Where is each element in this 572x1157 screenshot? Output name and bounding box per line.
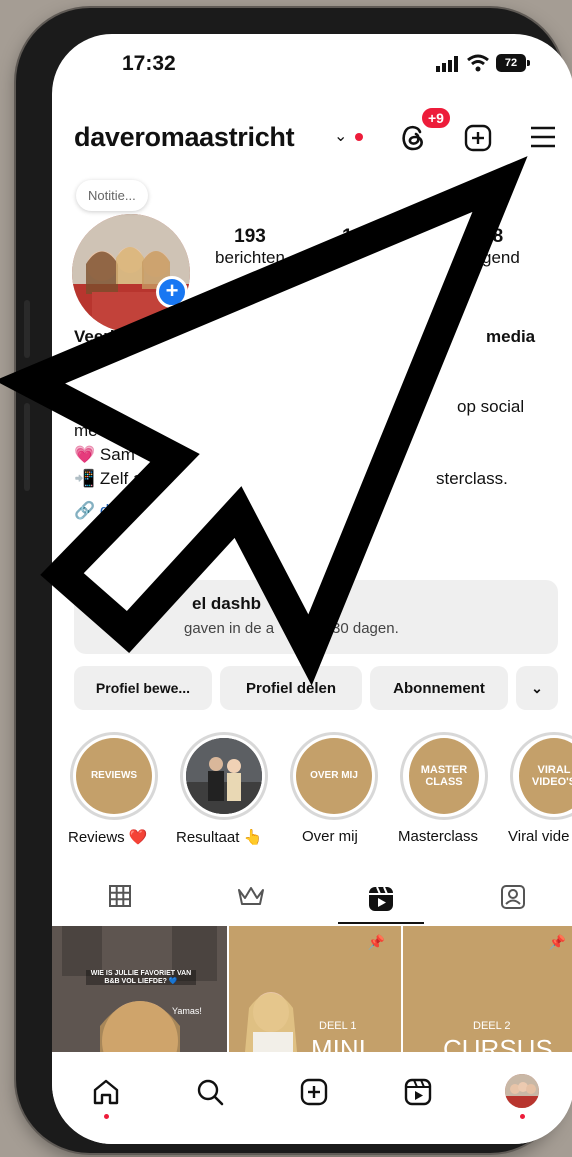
- phone-frame: 17:32 72 daveromaastricht ⌄ +9 Notitie..…: [16, 8, 572, 1153]
- reels-nav-icon[interactable]: [404, 1078, 432, 1106]
- highlight-cover: VIRAL VIDEO'S: [510, 732, 572, 820]
- post-tile[interactable]: WIE IS JULLIE FAVORIET VAN B&B VOL LIEFD…: [52, 926, 227, 1052]
- stat-value: 10 d: [342, 226, 381, 247]
- post-part: DEEL 2: [473, 1020, 511, 1032]
- stat-value: 48: [482, 226, 504, 247]
- bio-name: Veerle Da: [74, 327, 151, 346]
- link-icon: 🔗: [74, 501, 96, 520]
- post-photo: [52, 926, 227, 1052]
- highlight-cover: OVER MIJ: [290, 732, 378, 820]
- highlight-photo-art: [186, 738, 262, 814]
- highlight-item[interactable]: [180, 732, 268, 820]
- bottom-navigation: [52, 1052, 572, 1144]
- highlight-item[interactable]: MASTER CLASS: [400, 732, 488, 820]
- notification-dot: [355, 133, 363, 141]
- highlight-label: Reviews ❤️: [68, 829, 148, 846]
- profile-avatar-icon[interactable]: [505, 1074, 539, 1108]
- highlight-item[interactable]: OVER MIJ: [290, 732, 378, 820]
- note-bubble[interactable]: Notitie...: [76, 180, 148, 211]
- highlight-cover-text: VIRAL VIDEO'S: [519, 738, 572, 814]
- post-title: MINI: [311, 1034, 366, 1052]
- status-time: 17:32: [122, 52, 176, 75]
- post-caption: WIE IS JULLIE FAVORIET VAN B&B VOL LIEFD…: [86, 970, 196, 985]
- bio-text: Zelf a: [99, 469, 143, 488]
- highlight-label: Viral vide: [508, 828, 570, 845]
- stat-label: berichten: [215, 248, 285, 267]
- plus-square-icon[interactable]: [464, 124, 492, 152]
- battery-indicator: 72: [496, 54, 530, 72]
- bio-text: sterclass.: [436, 469, 508, 488]
- home-active-dot: [104, 1114, 109, 1119]
- bio-line: 💗 Sam: [74, 444, 135, 466]
- subscription-button[interactable]: Abonnement: [370, 666, 508, 710]
- highlight-cover: MASTER CLASS: [400, 732, 488, 820]
- grid-icon[interactable]: [108, 884, 132, 908]
- volume-up-button: [24, 300, 30, 358]
- tagged-icon[interactable]: [500, 884, 526, 910]
- pin-icon: 📌: [367, 934, 385, 950]
- search-icon[interactable]: [196, 1078, 224, 1106]
- reels-icon[interactable]: [368, 884, 394, 912]
- highlight-item[interactable]: VIRAL VIDEO'S: [510, 732, 572, 820]
- add-story-icon[interactable]: +: [156, 276, 188, 308]
- phone-icon: 📲: [74, 469, 96, 488]
- share-profile-button[interactable]: Profiel delen: [220, 666, 362, 710]
- highlight-cover: [180, 732, 268, 820]
- home-icon[interactable]: [92, 1078, 120, 1106]
- create-icon[interactable]: [300, 1078, 328, 1106]
- bio-text: op social: [457, 397, 525, 416]
- screen: 17:32 72 daveromaastricht ⌄ +9 Notitie..…: [52, 34, 572, 1144]
- stat-followers[interactable]: 10 d v: [342, 226, 380, 272]
- stat-label: v: [342, 252, 351, 271]
- stat-posts[interactable]: 193 berichten: [210, 226, 290, 268]
- highlight-label: Over mij: [302, 828, 358, 845]
- post-subcaption: Yamas!: [172, 1006, 202, 1016]
- highlight-label: Resultaat 👆: [176, 829, 263, 846]
- post-tile[interactable]: 📌 DEEL 2 CURSUS: [403, 926, 572, 1052]
- post-part: DEEL 1: [319, 1020, 357, 1032]
- highlight-cover: REVIEWS: [70, 732, 158, 820]
- highlight-cover-text: MASTER CLASS: [409, 738, 479, 814]
- stat-label: gend: [482, 248, 520, 267]
- menu-icon[interactable]: [530, 126, 556, 148]
- dashboard-subtitle: 30 dagen.: [332, 620, 399, 637]
- chevron-down-icon[interactable]: ⌄: [516, 666, 558, 710]
- avatar-photo: [72, 214, 190, 332]
- bio-line: 📲 Zelf a: [74, 468, 142, 490]
- heart-icon: 💗: [74, 445, 96, 464]
- stat-following[interactable]: 48 gend: [482, 226, 520, 268]
- bio-text: Sam: [99, 445, 135, 464]
- wifi-icon: [467, 54, 489, 72]
- highlight-cover-text: REVIEWS: [76, 738, 152, 814]
- highlight-label: Masterclass: [398, 828, 479, 845]
- crown-icon[interactable]: [236, 884, 266, 908]
- threads-link-icon[interactable]: [74, 540, 94, 560]
- professional-dashboard[interactable]: el dashb gaven in de a 30 dagen.: [74, 580, 558, 654]
- pin-icon: 📌: [548, 934, 566, 950]
- bio-text: media: [486, 327, 536, 346]
- dashboard-subtitle: gaven in de a: [184, 620, 275, 637]
- signal-icon: [436, 56, 458, 72]
- edit-profile-button[interactable]: Profiel bewe...: [74, 666, 212, 710]
- active-tab-indicator: [338, 922, 424, 924]
- dashboard-title: el dashb: [192, 594, 261, 613]
- highlight-photo: [186, 738, 262, 814]
- profile-avatar[interactable]: [72, 214, 190, 332]
- stat-value: 193: [234, 226, 266, 247]
- bio-text: me: [74, 421, 98, 440]
- bio-link[interactable]: 🔗 da: [74, 500, 119, 522]
- highlight-cover-text: OVER MIJ: [296, 738, 372, 814]
- post-photo: [245, 992, 297, 1052]
- chevron-down-icon[interactable]: ⌄: [334, 126, 347, 146]
- post-title: CURSUS: [443, 1034, 553, 1052]
- highlight-item[interactable]: REVIEWS: [70, 732, 158, 820]
- volume-down-button: [24, 403, 30, 491]
- profile-active-dot: [520, 1114, 525, 1119]
- threads-badge: +9: [420, 106, 452, 130]
- post-tile[interactable]: 📌 DEEL 1 MINI: [229, 926, 401, 1052]
- profile-avatar-photo: [505, 1074, 539, 1108]
- bio-text: groei: [74, 347, 116, 366]
- username-title[interactable]: daveromaastricht: [74, 122, 295, 153]
- bio-link-text: da: [99, 501, 119, 520]
